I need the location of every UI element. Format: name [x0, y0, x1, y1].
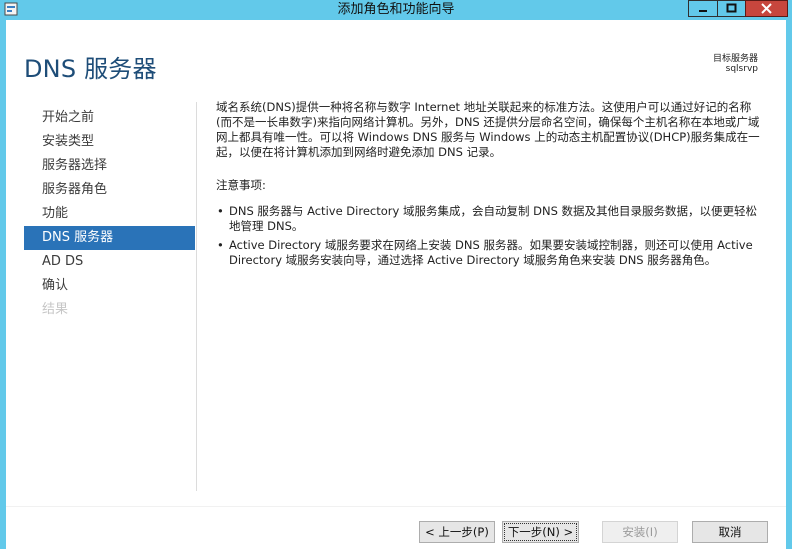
nav-item-server-roles[interactable]: 服务器角色: [24, 178, 195, 202]
nav-item-installation-type[interactable]: 安装类型: [24, 130, 195, 154]
note-text: Active Directory 域服务要求在网络上安装 DNS 服务器。如果要…: [229, 238, 753, 267]
install-button: 安装(I): [602, 521, 678, 543]
wizard-steps-nav: 开始之前 安装类型 服务器选择 服务器角色 功能 DNS 服务器 AD DS 确…: [24, 106, 195, 322]
footer-divider: [6, 506, 786, 507]
nav-item-ad-ds[interactable]: AD DS: [24, 250, 195, 274]
maximize-button[interactable]: [717, 0, 746, 17]
target-server-label: 目标服务器: [712, 54, 758, 64]
window-title: 添加角色和功能向导: [337, 2, 455, 17]
bullet-icon: •: [217, 238, 224, 252]
cancel-button[interactable]: 取消: [692, 521, 768, 543]
page-title: DNS 服务器: [24, 55, 157, 83]
nav-item-server-selection[interactable]: 服务器选择: [24, 154, 195, 178]
note-item: • Active Directory 域服务要求在网络上安装 DNS 服务器。如…: [216, 238, 766, 268]
nav-item-dns-server[interactable]: DNS 服务器: [24, 226, 195, 250]
note-item: • DNS 服务器与 Active Directory 域服务集成，会自动复制 …: [216, 204, 766, 234]
nav-item-features[interactable]: 功能: [24, 202, 195, 226]
minimize-icon: [699, 10, 707, 12]
maximize-icon: [726, 3, 737, 13]
notes-title: 注意事项:: [216, 178, 266, 192]
close-icon: [761, 3, 772, 14]
nav-item-confirmation[interactable]: 确认: [24, 274, 195, 298]
title-bar[interactable]: 添加角色和功能向导: [0, 0, 792, 20]
nav-item-results: 结果: [42, 302, 69, 317]
bullet-icon: •: [217, 204, 224, 218]
target-server-value: sqlsrvp: [725, 64, 758, 74]
nav-divider: [196, 102, 197, 491]
minimize-button[interactable]: [688, 0, 718, 17]
dns-description: 域名系统(DNS)提供一种将名称与数字 Internet 地址关联起来的标准方法…: [216, 100, 760, 159]
notes-list: • DNS 服务器与 Active Directory 域服务集成，会自动复制 …: [216, 204, 766, 268]
wizard-client-area: DNS 服务器 目标服务器 sqlsrvp 开始之前 安装类型 服务器选择 服务…: [6, 20, 786, 549]
nav-item-before-you-begin[interactable]: 开始之前: [24, 106, 195, 130]
close-button[interactable]: [745, 0, 788, 17]
content-pane: 域名系统(DNS)提供一种将名称与数字 Internet 地址关联起来的标准方法…: [216, 100, 766, 272]
next-button[interactable]: 下一步(N) >: [502, 521, 579, 543]
note-text: DNS 服务器与 Active Directory 域服务集成，会自动复制 DN…: [229, 204, 758, 233]
previous-button[interactable]: < 上一步(P): [419, 521, 495, 543]
